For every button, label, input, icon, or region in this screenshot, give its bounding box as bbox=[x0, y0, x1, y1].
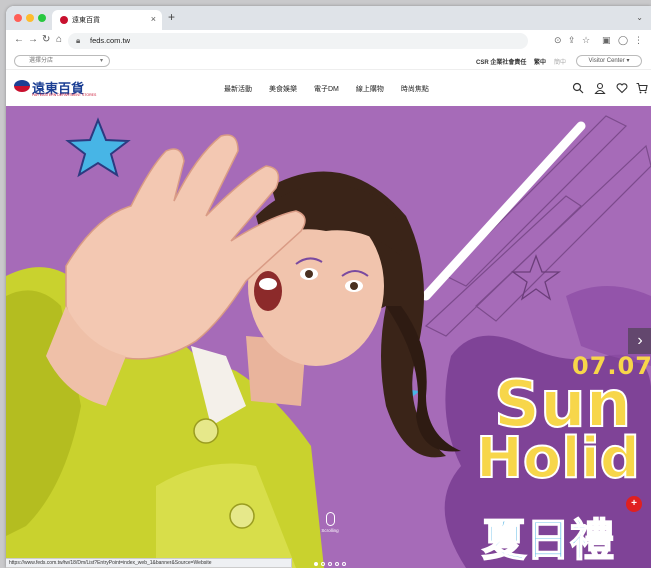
favicon-icon bbox=[60, 16, 68, 24]
sidebar-icon[interactable]: ▣ bbox=[602, 35, 611, 45]
store-select-label: 選擇分店 bbox=[29, 58, 54, 64]
address-bar[interactable]: 🔒︎ feds.com.tw bbox=[68, 33, 528, 49]
forward-arrow-icon[interactable]: → bbox=[28, 34, 38, 46]
hero-banner[interactable]: 07.07 Sun Holid 夏日禮 › + Scrolling bbox=[6, 106, 651, 568]
user-icon[interactable] bbox=[594, 82, 606, 94]
nav-item-latest-events[interactable]: 最新活動 bbox=[224, 84, 252, 94]
new-tab-button[interactable]: + bbox=[168, 11, 175, 23]
carousel-dot[interactable] bbox=[321, 562, 325, 566]
browser-toolbar: ← → ↻ ⌂ 🔒︎ feds.com.tw ⊙ ⇪ ☆ ▣ ◯ ⋮ bbox=[6, 30, 651, 52]
window-close-button[interactable] bbox=[14, 14, 22, 22]
carousel-dots bbox=[314, 562, 346, 566]
hero-headline-chinese: 夏日禮 bbox=[481, 514, 615, 567]
menu-kebab-icon[interactable]: ⋮ bbox=[634, 35, 643, 45]
share-icon[interactable]: ⇪ bbox=[568, 35, 576, 45]
lang-zh-tw-link[interactable]: 繁中 bbox=[534, 57, 546, 66]
window-maximize-button[interactable] bbox=[38, 14, 46, 22]
tab-strip: 遠東百貨 × + ⌄ bbox=[6, 6, 651, 30]
profile-icon[interactable]: ◯ bbox=[618, 35, 628, 45]
mouse-scroll-icon bbox=[325, 512, 335, 526]
bookmark-star-icon[interactable]: ☆ bbox=[582, 35, 590, 45]
scroll-hint: Scrolling bbox=[320, 512, 340, 533]
carousel-dot[interactable] bbox=[314, 562, 318, 566]
carousel-dot[interactable] bbox=[342, 562, 346, 566]
browser-tab[interactable]: 遠東百貨 × bbox=[52, 10, 162, 30]
plus-badge-button[interactable]: + bbox=[626, 496, 642, 512]
nav-item-online-shopping[interactable]: 線上購物 bbox=[356, 84, 384, 94]
carousel-dot[interactable] bbox=[335, 562, 339, 566]
translate-icon[interactable]: ⊙ bbox=[554, 35, 562, 45]
carousel-dot[interactable] bbox=[328, 562, 332, 566]
cart-icon[interactable] bbox=[636, 82, 648, 94]
site-logo[interactable]: 遠東百貨 FAR EASTERN DEPARTMENT STORES bbox=[14, 78, 97, 100]
window-minimize-button[interactable] bbox=[26, 14, 34, 22]
url-text[interactable]: feds.com.tw bbox=[90, 36, 130, 45]
logo-mark-icon bbox=[14, 80, 30, 92]
visitor-center-button[interactable]: Visitor Center ▾ bbox=[576, 55, 642, 67]
scroll-label: Scrolling bbox=[321, 528, 339, 533]
browser-window: 遠東百貨 × + ⌄ ← → ↻ ⌂ 🔒︎ feds.com.tw ⊙ ⇪ ☆ … bbox=[6, 6, 651, 568]
nav-item-edm[interactable]: 電子DM bbox=[314, 84, 339, 94]
status-bar-url: https://www.feds.com.tw/tw/18/Dm/List?En… bbox=[6, 558, 292, 568]
hero-artwork bbox=[6, 115, 651, 568]
back-arrow-icon[interactable]: ← bbox=[14, 34, 24, 46]
site-utility-bar: 選擇分店 ▾ CSR 企業社會責任 繁中 簡中 Visitor Center ▾ bbox=[6, 52, 651, 70]
chevron-down-icon: ▾ bbox=[99, 58, 103, 64]
carousel-next-button[interactable]: › bbox=[628, 328, 651, 354]
heart-icon[interactable] bbox=[616, 82, 628, 94]
csr-link[interactable]: CSR 企業社會責任 bbox=[476, 57, 526, 66]
lock-icon: 🔒︎ bbox=[76, 36, 81, 45]
site-header: 遠東百貨 FAR EASTERN DEPARTMENT STORES 最新活動 … bbox=[6, 70, 651, 106]
tab-title: 遠東百貨 bbox=[72, 17, 100, 24]
tab-close-icon[interactable]: × bbox=[151, 14, 156, 24]
logo-subtitle: FAR EASTERN DEPARTMENT STORES bbox=[32, 93, 97, 97]
nav-item-fashion[interactable]: 時尚焦點 bbox=[401, 84, 429, 94]
visitor-center-label: Visitor Center bbox=[588, 58, 625, 64]
main-nav: 最新活動 美食娛樂 電子DM 線上購物 時尚焦點 bbox=[224, 84, 446, 94]
tab-list-chevron-icon[interactable]: ⌄ bbox=[636, 13, 643, 22]
hero-headline-line2: Holid bbox=[475, 425, 641, 492]
home-icon[interactable]: ⌂ bbox=[56, 34, 62, 46]
reload-icon[interactable]: ↻ bbox=[42, 34, 50, 46]
lang-zh-cn-link[interactable]: 簡中 bbox=[554, 57, 566, 66]
nav-item-food-entertainment[interactable]: 美食娛樂 bbox=[269, 84, 297, 94]
search-icon[interactable] bbox=[572, 82, 584, 94]
store-select[interactable]: 選擇分店 ▾ bbox=[14, 55, 110, 67]
